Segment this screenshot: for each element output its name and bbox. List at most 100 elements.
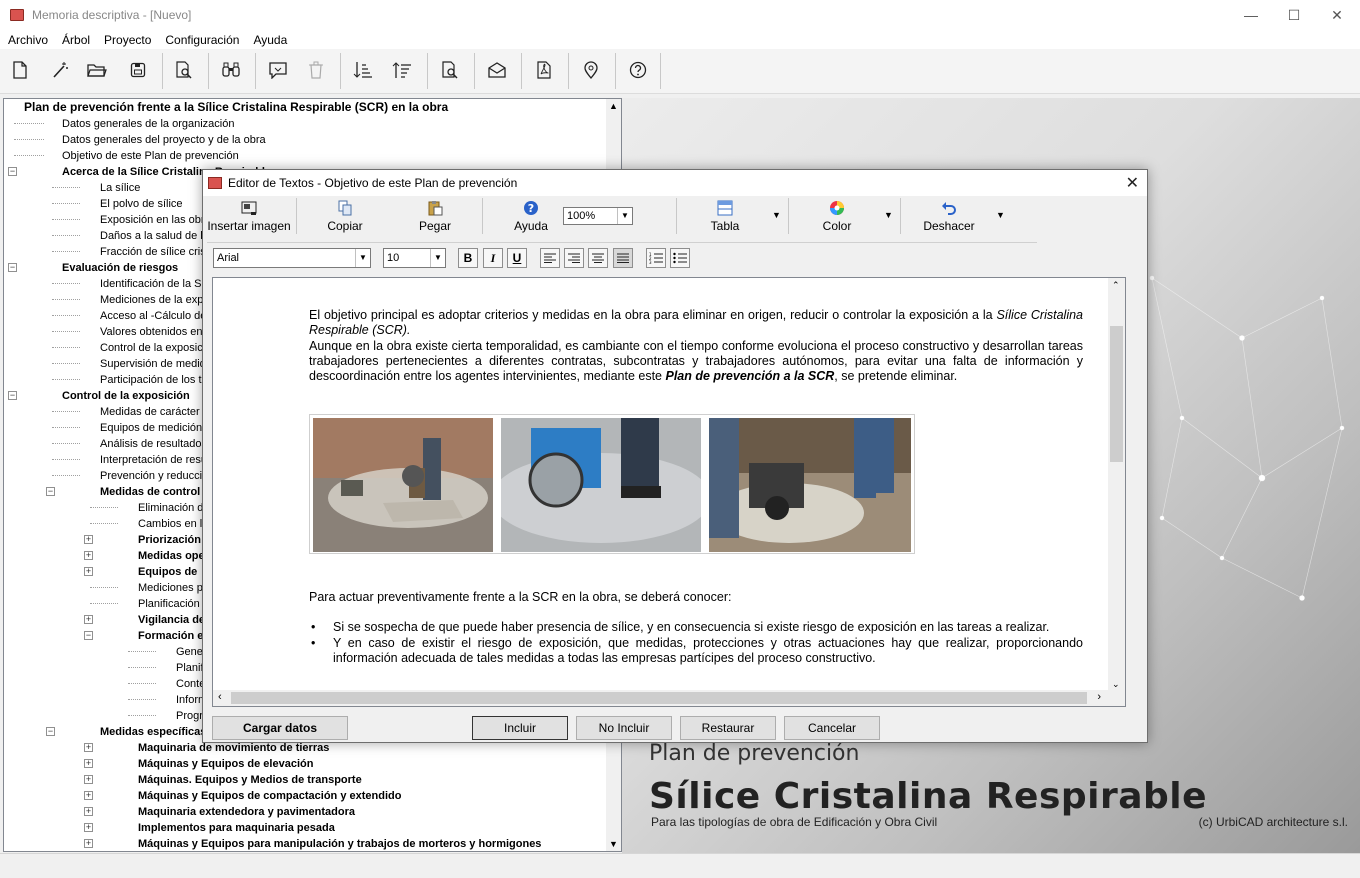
- tree-node[interactable]: Control de la exposición: [62, 388, 190, 404]
- scroll-down-icon[interactable]: ▼: [609, 839, 618, 849]
- binoculars-icon[interactable]: [218, 57, 244, 83]
- table-button[interactable]: Tabla: [699, 200, 751, 236]
- scroll-down-icon[interactable]: ⌄: [1112, 679, 1120, 690]
- expand-toggle[interactable]: +: [84, 839, 93, 848]
- bold-button[interactable]: B: [458, 248, 478, 268]
- collapse-toggle[interactable]: −: [46, 487, 55, 496]
- scroll-thumb[interactable]: [1110, 326, 1123, 462]
- tree-node[interactable]: Máquinas y Equipos de elevación: [138, 756, 313, 772]
- color-dropdown-arrow-icon[interactable]: ▼: [884, 210, 893, 220]
- align-justify-icon[interactable]: [613, 248, 633, 268]
- comment-icon[interactable]: [265, 57, 291, 83]
- tree-item[interactable]: Exposición en las obras: [100, 212, 216, 228]
- maximize-button[interactable]: ☐: [1271, 0, 1317, 30]
- scroll-thumb[interactable]: [231, 692, 1087, 704]
- close-button[interactable]: ✕: [1314, 0, 1360, 30]
- tree-item[interactable]: Supervisión de medidas: [100, 356, 217, 372]
- tree-item[interactable]: Planificación: [138, 596, 200, 612]
- help-icon[interactable]: [625, 57, 651, 83]
- scroll-left-icon[interactable]: ‹: [218, 691, 222, 703]
- location-pin-icon[interactable]: [578, 57, 604, 83]
- expand-toggle[interactable]: +: [84, 807, 93, 816]
- load-data-button[interactable]: Cargar datos: [212, 716, 348, 740]
- font-select[interactable]: Arial ▼: [213, 248, 371, 268]
- cancel-button[interactable]: Cancelar: [784, 716, 880, 740]
- tree-item[interactable]: Equipos de medición: [100, 420, 202, 436]
- dialog-close-button[interactable]: ✕: [1126, 173, 1139, 193]
- expand-toggle[interactable]: +: [84, 791, 93, 800]
- numbered-list-icon[interactable]: 123: [646, 248, 666, 268]
- editor-horizontal-scrollbar[interactable]: ‹ ›: [213, 690, 1125, 706]
- paste-button[interactable]: Pegar: [405, 200, 465, 236]
- print-preview-icon[interactable]: [171, 57, 197, 83]
- tree-node[interactable]: Máquinas y Equipos de compactación y ext…: [138, 788, 401, 804]
- text-editor-area[interactable]: El objetivo principal es adoptar criteri…: [212, 277, 1126, 707]
- tree-node[interactable]: Medidas de control: [100, 484, 200, 500]
- align-right-icon[interactable]: [564, 248, 584, 268]
- new-file-icon[interactable]: [7, 57, 33, 83]
- font-size-select[interactable]: 10 ▼: [383, 248, 446, 268]
- tree-node[interactable]: Medidas específicas: [100, 724, 206, 740]
- collapse-toggle[interactable]: −: [8, 167, 17, 176]
- undo-button[interactable]: Deshacer: [919, 200, 979, 236]
- scroll-right-icon[interactable]: ›: [1097, 691, 1101, 703]
- color-button[interactable]: Color: [811, 200, 863, 236]
- expand-toggle[interactable]: +: [84, 535, 93, 544]
- tree-item[interactable]: La sílice: [100, 180, 140, 196]
- scroll-up-icon[interactable]: ⌃: [1112, 280, 1120, 291]
- menu-archivo[interactable]: Archivo: [8, 33, 48, 47]
- tree-item[interactable]: El polvo de sílice: [100, 196, 183, 212]
- help-button[interactable]: ? Ayuda: [503, 200, 559, 236]
- tree-item[interactable]: Prevención y reducción: [100, 468, 214, 484]
- underline-button[interactable]: U: [507, 248, 527, 268]
- tree-item[interactable]: Eliminación de: [138, 500, 210, 516]
- menu-arbol[interactable]: Árbol: [62, 33, 90, 47]
- expand-toggle[interactable]: +: [84, 551, 93, 560]
- italic-button[interactable]: I: [483, 248, 503, 268]
- align-left-icon[interactable]: [540, 248, 560, 268]
- scroll-up-icon[interactable]: ▲: [609, 101, 618, 111]
- tree-item[interactable]: Control de la exposición: [100, 340, 217, 356]
- open-folder-icon[interactable]: [84, 57, 110, 83]
- table-dropdown-arrow-icon[interactable]: ▼: [772, 210, 781, 220]
- pdf-icon[interactable]: [531, 57, 557, 83]
- collapse-toggle[interactable]: −: [8, 391, 17, 400]
- editor-vertical-scrollbar[interactable]: ⌃ ⌄: [1108, 278, 1125, 691]
- tree-item[interactable]: Análisis de resultados: [100, 436, 207, 452]
- tree-node[interactable]: Priorización: [138, 532, 201, 548]
- magic-wand-icon[interactable]: [47, 57, 73, 83]
- expand-toggle[interactable]: +: [84, 775, 93, 784]
- expand-toggle[interactable]: +: [84, 823, 93, 832]
- expand-toggle[interactable]: +: [84, 567, 93, 576]
- tree-node[interactable]: Formación e: [138, 628, 203, 644]
- include-button[interactable]: Incluir: [472, 716, 568, 740]
- document-search-icon[interactable]: [437, 57, 463, 83]
- menu-configuracion[interactable]: Configuración: [165, 33, 239, 47]
- bullet-list-icon[interactable]: [670, 248, 690, 268]
- minimize-button[interactable]: —: [1228, 0, 1274, 30]
- tree-node[interactable]: Equipos de: [138, 564, 197, 580]
- expand-toggle[interactable]: +: [84, 759, 93, 768]
- menu-proyecto[interactable]: Proyecto: [104, 33, 151, 47]
- envelope-icon[interactable]: [484, 57, 510, 83]
- tree-node[interactable]: Evaluación de riesgos: [62, 260, 178, 276]
- zoom-select[interactable]: 100% ▼: [563, 207, 633, 225]
- tree-item[interactable]: Acceso al -Cálculo de: [100, 308, 206, 324]
- tree-node[interactable]: Maquinaria extendedora y pavimentadora: [138, 804, 355, 820]
- tree-node[interactable]: Implementos para maquinaria pesada: [138, 820, 335, 836]
- restore-button[interactable]: Restaurar: [680, 716, 776, 740]
- expand-toggle[interactable]: +: [84, 615, 93, 624]
- tree-item[interactable]: Datos generales del proyecto y de la obr…: [62, 132, 266, 148]
- tree-item[interactable]: Identificación de la SCR: [100, 276, 217, 292]
- align-center-icon[interactable]: [588, 248, 608, 268]
- undo-dropdown-arrow-icon[interactable]: ▼: [996, 210, 1005, 220]
- chevron-down-icon[interactable]: ▼: [355, 249, 370, 267]
- insert-image-button[interactable]: Insertar imagen: [207, 200, 291, 236]
- save-icon[interactable]: [125, 57, 151, 83]
- collapse-toggle[interactable]: −: [8, 263, 17, 272]
- tree-root[interactable]: Plan de prevención frente a la Sílice Cr…: [24, 99, 448, 115]
- sort-down-icon[interactable]: [350, 57, 376, 83]
- collapse-toggle[interactable]: −: [46, 727, 55, 736]
- copy-button[interactable]: Copiar: [315, 200, 375, 236]
- tree-node[interactable]: Máquinas y Equipos para manipulación y t…: [138, 836, 541, 851]
